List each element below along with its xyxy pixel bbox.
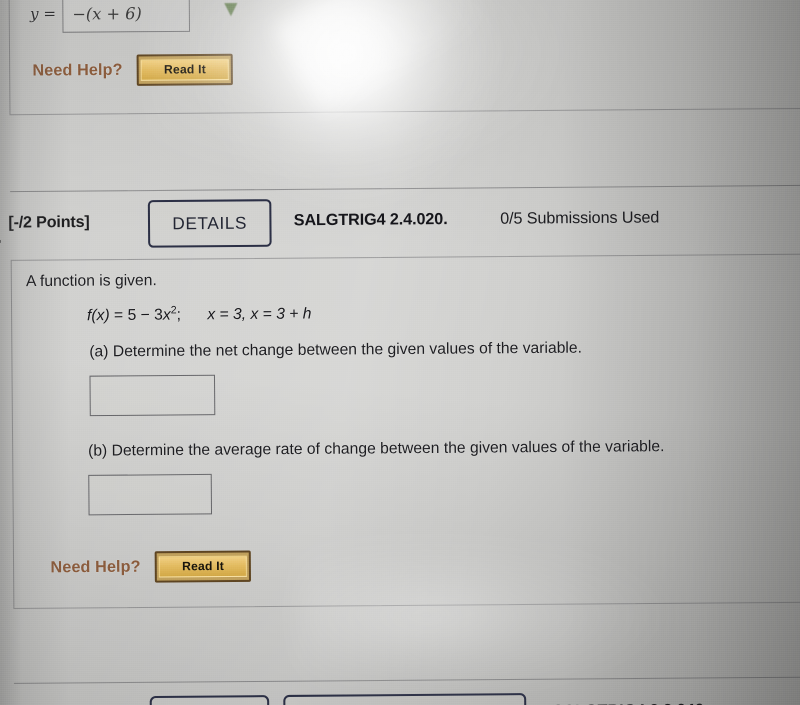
checkmark-icon: ▼ — [224, 0, 238, 20]
next-question-header: MY NOTES ASK YOUR TEACHER SALGTRIG4 2.2.… — [0, 691, 800, 705]
function-semicolon: ; — [176, 306, 182, 324]
function-conditions: x = 3, x = 3 + h — [207, 305, 312, 324]
read-it-button[interactable]: Read It — [136, 53, 234, 86]
part-b-text: (b) Determine the average rate of change… — [87, 437, 665, 460]
points-label: [-/2 Points] — [8, 213, 90, 232]
function-expression: f(x) = 5 − 3x2; x = 3, x = 3 + h — [87, 303, 312, 325]
submissions-used-label: 0/5 Submissions Used — [500, 209, 660, 228]
read-it-button-label: Read It — [140, 58, 230, 81]
previous-answer-input[interactable]: −(x + 6) — [62, 0, 190, 33]
prompt-intro-text: A function is given. — [25, 271, 157, 291]
next-details-button[interactable] — [149, 695, 270, 705]
section-divider-bottom — [13, 676, 800, 684]
need-help-label: Need Help? — [32, 61, 123, 80]
details-button[interactable]: DETAILS — [147, 199, 272, 248]
read-it-button-label: Read It — [158, 555, 248, 578]
screen-photo: y = −(x + 6) ▼ Need Help? Read It . [-/2… — [0, 0, 800, 705]
page-content: y = −(x + 6) ▼ Need Help? Read It . [-/2… — [0, 0, 800, 705]
need-help-label: Need Help? — [50, 557, 141, 576]
function-variable: x — [162, 306, 171, 324]
function-equals: = 5 − 3 — [109, 306, 163, 325]
next-notes-teacher-button[interactable]: MY NOTES ASK YOUR TEACHER — [283, 693, 527, 705]
previous-equation-row: y = −(x + 6) — [30, 0, 190, 33]
part-b-answer-input[interactable] — [88, 473, 213, 516]
header-bullet: . — [0, 228, 3, 247]
part-a-block: (a) Determine the net change between the… — [89, 339, 583, 417]
part-b-block: (b) Determine the average rate of change… — [87, 437, 665, 516]
part-a-text: (a) Determine the net change between the… — [89, 339, 583, 361]
main-question-header: . [-/2 Points] DETAILS SALGTRIG4 2.4.020… — [0, 191, 800, 260]
previous-need-help-row: Need Help? Read It — [32, 53, 234, 87]
assignment-code: SALGTRIG4 2.4.020. — [293, 210, 448, 230]
part-a-answer-input[interactable] — [89, 374, 216, 417]
main-question-body: A function is given. f(x) = 5 − 3x2; x = … — [10, 253, 800, 610]
function-argument: (x) — [91, 306, 110, 325]
read-it-button[interactable]: Read It — [154, 550, 252, 583]
equation-label: y = — [29, 4, 57, 23]
previous-question-panel: y = −(x + 6) ▼ Need Help? Read It — [8, 0, 800, 116]
main-need-help-row: Need Help? Read It — [50, 550, 252, 584]
